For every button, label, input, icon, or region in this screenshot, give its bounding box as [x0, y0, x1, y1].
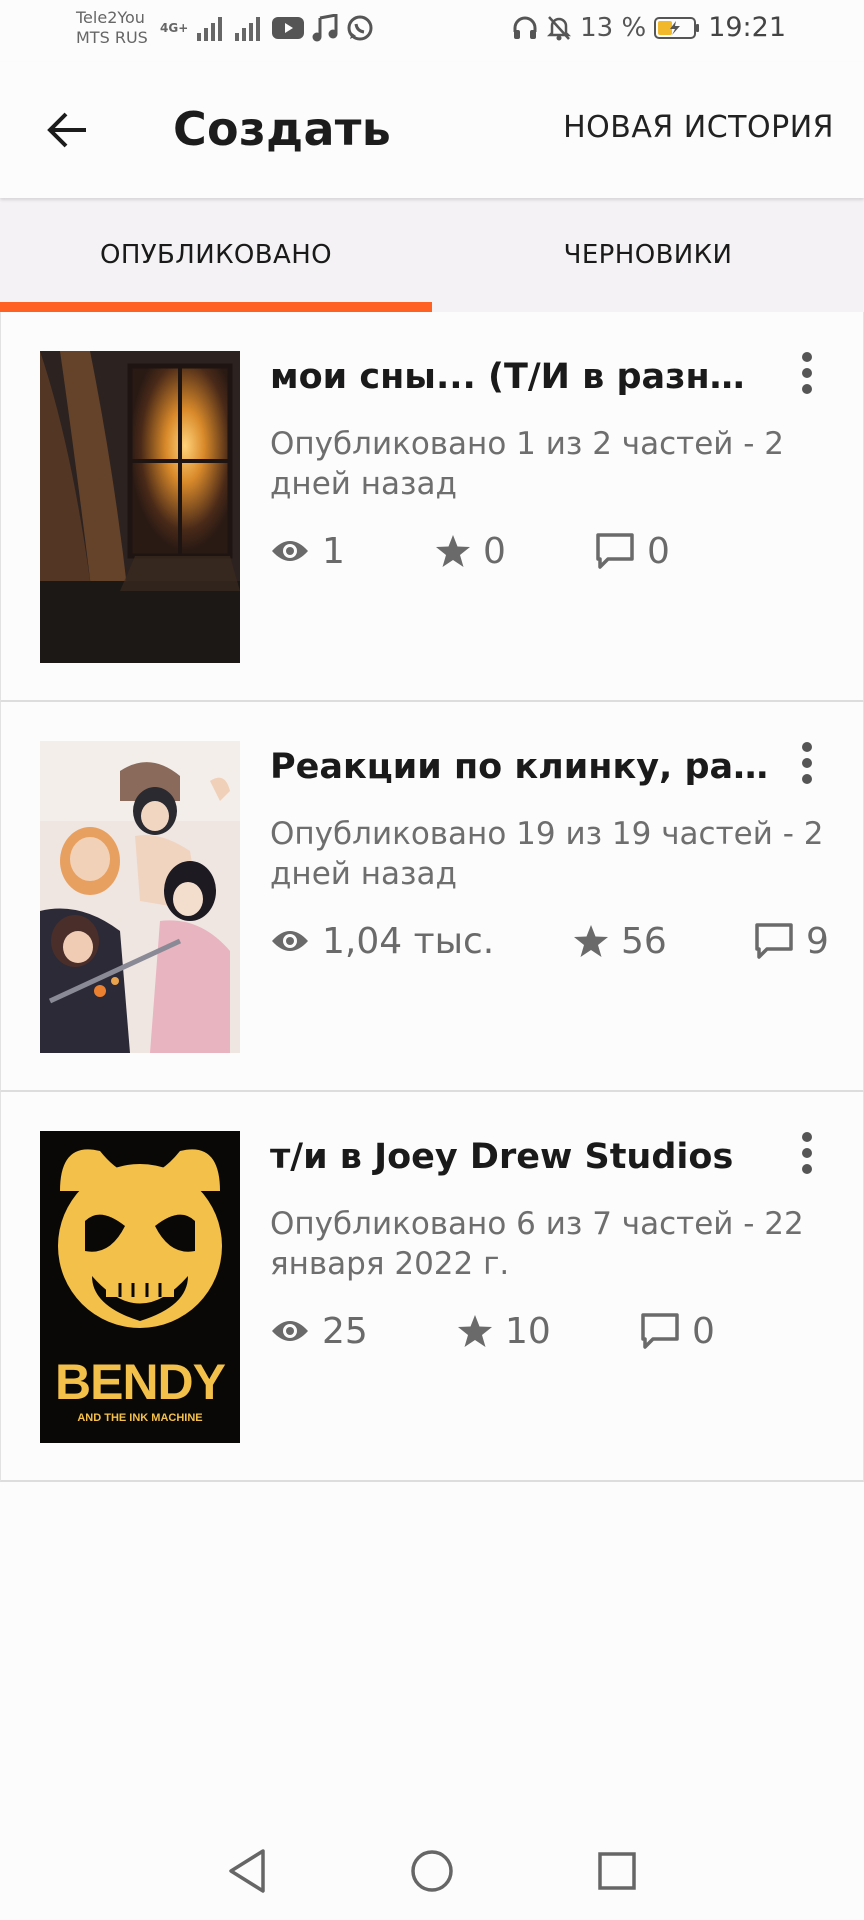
network-indicators: 4G+	[160, 14, 374, 42]
tab-drafts[interactable]: ЧЕРНОВИКИ	[432, 198, 864, 312]
home-circle-icon	[411, 1850, 453, 1892]
dot	[802, 352, 812, 362]
carrier-1: Tele2You	[76, 8, 145, 27]
story-meta: Опубликовано 19 из 19 частей - 2 дней на…	[270, 816, 824, 892]
more-options-button[interactable]	[793, 1128, 821, 1178]
eye-icon	[272, 541, 308, 561]
tab-bar: ОПУБЛИКОВАНО ЧЕРНОВИКИ	[0, 198, 864, 312]
story-meta: Опубликовано 6 из 7 частей - 22 января 2…	[270, 1206, 804, 1282]
story-title[interactable]: Реакции по клинку, рассекающему демонов	[270, 747, 770, 787]
comment-icon	[755, 923, 793, 959]
headphones-icon	[513, 16, 537, 39]
bendy-logo: BENDY	[55, 1354, 226, 1410]
dot	[802, 1164, 812, 1174]
battery-icon	[654, 16, 700, 40]
star-icon	[458, 1315, 492, 1347]
story-cover[interactable]	[40, 351, 240, 663]
anime-group-cover	[40, 741, 240, 1053]
views-count: 1	[322, 530, 345, 572]
dot	[802, 384, 812, 394]
comments-count: 0	[647, 530, 670, 572]
comments-stat: 0	[640, 1306, 715, 1356]
carrier-2: MTS RUS	[76, 28, 148, 47]
battery-percent: 13 %	[580, 12, 647, 43]
back-triangle-icon	[229, 1849, 265, 1893]
nav-back-button[interactable]	[217, 1844, 277, 1898]
signal-icon	[197, 17, 223, 41]
votes-count: 0	[483, 530, 506, 572]
status-bar: Tele2You MTS RUS 4G+ 13 % 19:21	[0, 0, 864, 62]
comments-stat: 9	[754, 916, 829, 966]
whatsapp-icon	[347, 15, 373, 41]
music-icon	[312, 14, 338, 42]
story-title[interactable]: мои сны... (Т/И в разных мирах)	[270, 357, 770, 397]
story-list: мои сны... (Т/И в разных мирах) Опублико…	[0, 312, 864, 1482]
dot	[802, 758, 812, 768]
comments-count: 9	[806, 920, 829, 962]
votes-stat: 0	[435, 526, 506, 576]
story-cover[interactable]	[40, 741, 240, 1053]
views-count: 1,04 тыс.	[322, 920, 495, 962]
views-stat: 25	[270, 1306, 368, 1356]
story-stats: 1 0 0	[270, 526, 850, 576]
votes-count: 56	[621, 920, 667, 962]
app-bar: Создать НОВАЯ ИСТОРИЯ	[0, 62, 864, 198]
story-stats: 1,04 тыс. 56 9	[270, 916, 850, 966]
story-card[interactable]: Реакции по клинку, рассекающему демонов …	[0, 702, 864, 1092]
views-count: 25	[322, 1310, 368, 1352]
votes-stat: 10	[457, 1306, 551, 1356]
views-stat: 1	[270, 526, 345, 576]
story-card[interactable]: мои сны... (Т/И в разных мирах) Опублико…	[0, 312, 864, 702]
bendy-subtitle: AND THE INK MACHINE	[77, 1412, 202, 1424]
star-icon	[436, 535, 470, 567]
eye-icon	[272, 1321, 308, 1341]
comments-stat: 0	[595, 526, 670, 576]
youtube-icon	[272, 17, 305, 39]
votes-stat: 56	[573, 916, 667, 966]
page-title: Создать	[173, 102, 392, 156]
more-options-button[interactable]	[793, 738, 821, 788]
recents-square-icon	[598, 1852, 636, 1890]
system-nav-bar	[0, 1820, 864, 1920]
new-story-button[interactable]: НОВАЯ ИСТОРИЯ	[563, 110, 834, 145]
comments-count: 0	[692, 1310, 715, 1352]
story-meta: Опубликовано 1 из 2 частей - 2 дней наза…	[270, 426, 785, 502]
dot	[802, 1132, 812, 1142]
dot	[802, 1148, 812, 1158]
votes-count: 10	[505, 1310, 551, 1352]
clock: 19:21	[708, 12, 786, 43]
signal-icon-2	[235, 17, 261, 41]
more-options-button[interactable]	[793, 348, 821, 398]
story-title[interactable]: т/и в Joey Drew Studios	[270, 1137, 770, 1177]
views-stat: 1,04 тыс.	[270, 916, 494, 966]
dot	[802, 368, 812, 378]
bendy-cover: BENDY AND THE INK MACHINE	[40, 1131, 240, 1443]
status-right: 13 % 19:21	[512, 12, 786, 43]
bell-off-icon	[547, 15, 572, 40]
arrow-left-icon	[47, 112, 86, 148]
comment-icon	[596, 533, 634, 569]
window-sunset-cover	[40, 351, 240, 663]
story-cover[interactable]: BENDY AND THE INK MACHINE	[40, 1131, 240, 1443]
nav-home-button[interactable]	[402, 1844, 462, 1898]
dot	[802, 742, 812, 752]
star-icon	[574, 925, 608, 957]
network-type: 4G+	[160, 21, 189, 35]
dot	[802, 774, 812, 784]
tab-published[interactable]: ОПУБЛИКОВАНО	[0, 198, 432, 312]
back-button[interactable]	[40, 106, 96, 154]
story-stats: 25 10 0	[270, 1306, 850, 1356]
eye-icon	[272, 931, 308, 951]
nav-recents-button[interactable]	[587, 1844, 647, 1898]
story-card[interactable]: BENDY AND THE INK MACHINE т/и в Joey Dre…	[0, 1092, 864, 1482]
carrier-info: Tele2You MTS RUS	[76, 8, 148, 48]
comment-icon	[641, 1313, 679, 1349]
tab-indicator	[0, 302, 432, 312]
